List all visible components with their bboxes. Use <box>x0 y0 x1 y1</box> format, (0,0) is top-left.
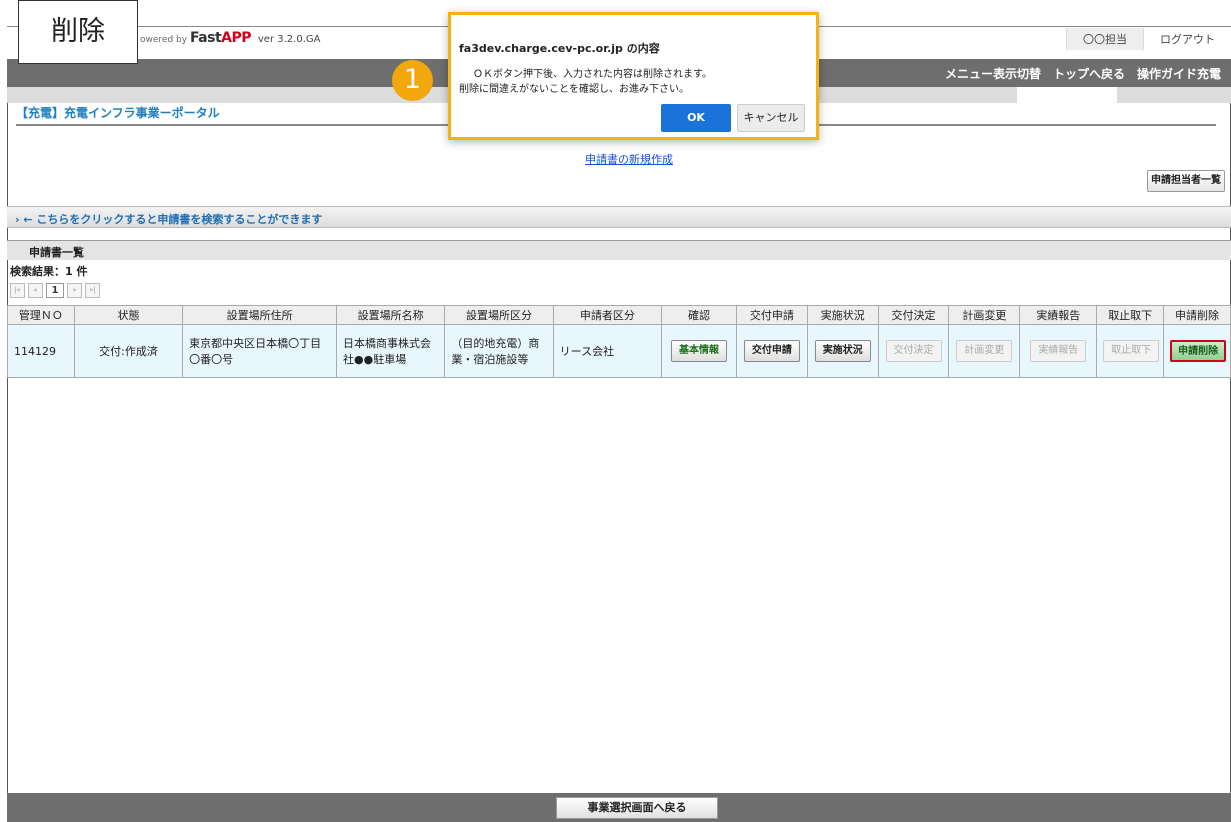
portal-title: 【充電】充電インフラ事業ーポータル <box>16 106 220 120</box>
dialog-message-2: 削除に間違えがないことを確認し、お進み下さい。 <box>459 84 689 95</box>
column-header: 設置場所名称 <box>336 305 446 325</box>
column-header: 状態 <box>73 305 184 325</box>
new-application-link[interactable]: 申請書の新規作成 <box>585 151 673 167</box>
plan-change-button: 計画変更 <box>956 340 1013 362</box>
result-count: 検索結果：1 件 <box>10 265 88 278</box>
cell-location-name: 日本橋商事株式会社●●駐車場 <box>336 324 446 378</box>
pager-last-button[interactable]: »| <box>85 283 100 298</box>
grant-decision-button: 交付決定 <box>885 340 942 362</box>
back-top-link[interactable]: トップへ戻る <box>1053 65 1125 82</box>
logout-link[interactable]: ログアウト <box>1143 28 1231 50</box>
annotation-label: 削除 <box>18 0 138 64</box>
dialog-host: fa3dev.charge.cev-pc.or.jp の内容 <box>459 42 660 55</box>
column-header: 申請削除 <box>1163 305 1231 325</box>
grant-application-button[interactable]: 交付申請 <box>743 340 800 362</box>
section-title: 申請書一覧 <box>29 246 84 259</box>
column-header: 設置場所区分 <box>444 305 554 325</box>
table-header-row: 管理ＮＯ 状態 設置場所住所 設置場所名称 設置場所区分 申請者区分 確認 交付… <box>7 305 1231 325</box>
column-header: 設置場所住所 <box>182 305 338 325</box>
brand-logo: owered by FastAPP ver 3.2.0.GA <box>140 30 321 46</box>
implementation-status-button[interactable]: 実施状況 <box>814 340 871 362</box>
pager-next-button[interactable]: » <box>67 283 82 298</box>
column-header: 交付決定 <box>877 305 950 325</box>
withdraw-button: 取止取下 <box>1103 340 1160 362</box>
table-row: 114129 交付:作成済 東京都中央区日本橋〇丁目〇番〇号 日本橋商事株式会社… <box>7 324 1231 378</box>
column-header: 計画変更 <box>948 305 1021 325</box>
persons-list-button[interactable]: 申請担当者一覧 <box>1147 170 1225 192</box>
confirm-dialog: fa3dev.charge.cev-pc.or.jp の内容 ＯＫボタン押下後、… <box>448 12 819 140</box>
column-header: 交付申請 <box>735 305 808 325</box>
cell-applicant: リース会社 <box>552 324 663 378</box>
cancel-button[interactable]: キャンセル <box>737 104 805 132</box>
column-header: 管理ＮＯ <box>7 305 75 325</box>
brand-app: APP <box>221 30 252 46</box>
back-to-project-button[interactable]: 事業選択画面へ戻る <box>556 797 718 819</box>
ok-button[interactable]: OK <box>661 104 731 132</box>
basic-info-button[interactable]: 基本情報 <box>670 340 727 362</box>
footer-bar: 事業選択画面へ戻る <box>7 793 1231 822</box>
account-label: 〇〇担当 <box>1066 28 1143 50</box>
search-toggle-bar[interactable]: › ← こちらをクリックすると申請書を検索することができます <box>7 206 1231 228</box>
app-frame <box>7 26 1231 822</box>
cell-status: 交付:作成済 <box>73 324 184 378</box>
brand-fast: Fast <box>189 30 222 46</box>
column-header: 申請者区分 <box>552 305 663 325</box>
version-label: ver 3.2.0.GA <box>257 34 321 45</box>
search-toggle-label: › ← こちらをクリックすると申請書を検索することができます <box>15 213 323 226</box>
pager-first-button[interactable]: |« <box>10 283 25 298</box>
column-header: 取止取下 <box>1096 305 1165 325</box>
result-report-button: 実績報告 <box>1030 340 1087 362</box>
pager-current[interactable]: 1 <box>46 283 64 298</box>
cell-address: 東京都中央区日本橋〇丁目〇番〇号 <box>182 324 338 378</box>
column-header: 実施状況 <box>806 305 879 325</box>
column-header: 確認 <box>661 305 737 325</box>
step-badge: 1 <box>392 60 433 101</box>
guide-link[interactable]: 操作ガイド充電 <box>1137 65 1221 82</box>
user-links: 〇〇担当 ログアウト <box>1066 28 1231 50</box>
dialog-message-1: ＯＫボタン押下後、入力された内容は削除されます。 <box>473 69 712 80</box>
pager: |« « 1 » »| <box>10 283 100 298</box>
section-header: 申請書一覧 <box>7 240 1231 260</box>
menu-toggle-link[interactable]: メニュー表示切替 <box>945 65 1041 82</box>
cell-id: 114129 <box>7 324 75 378</box>
application-table: 管理ＮＯ 状態 設置場所住所 設置場所名称 設置場所区分 申請者区分 確認 交付… <box>7 305 1231 378</box>
column-header: 実績報告 <box>1019 305 1098 325</box>
cell-category: （目的地充電）商業・宿泊施設等 <box>444 324 554 378</box>
delete-application-button[interactable]: 申請削除 <box>1170 340 1227 362</box>
pager-prev-button[interactable]: « <box>28 283 43 298</box>
